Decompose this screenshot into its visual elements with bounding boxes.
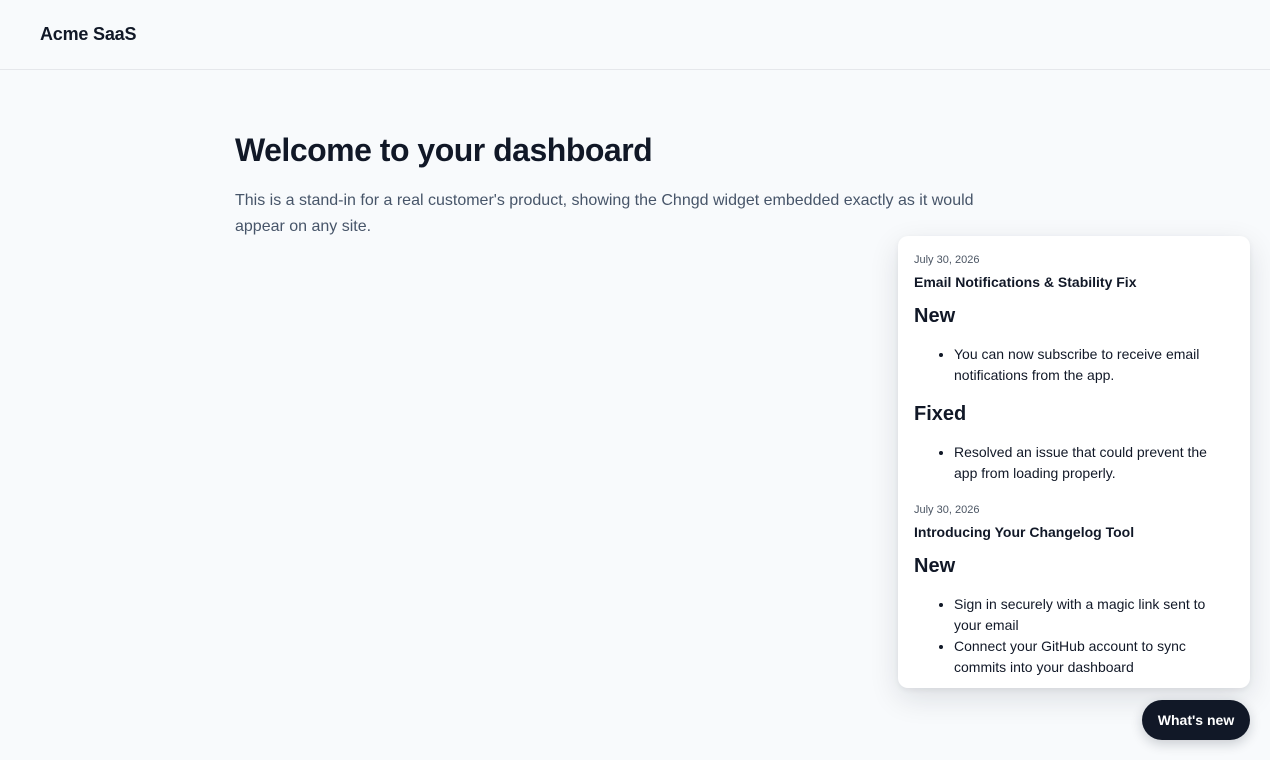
section-heading-new: New (914, 305, 956, 327)
list-item: Sign in securely with a magic link sent … (954, 594, 1234, 636)
changelog-entry: July 30, 2026 Introducing Your Changelog… (914, 502, 1234, 678)
entry-title: Email Notifications & Stability Fix (914, 274, 1137, 290)
section-heading-new: New (914, 555, 956, 577)
changelog-scroll-area[interactable]: July 30, 2026 Email Notifications & Stab… (898, 236, 1250, 688)
list-item: Connect your GitHub account to sync comm… (954, 636, 1234, 678)
entry-date: July 30, 2026 (914, 504, 980, 516)
page-description: This is a stand-in for a real customer's… (235, 192, 974, 235)
top-bar: Acme SaaS (0, 0, 1270, 70)
section-heading-fixed: Fixed (914, 403, 967, 425)
section-items: You can now subscribe to receive email n… (914, 344, 1234, 386)
brand-name[interactable]: Acme SaaS (40, 24, 136, 45)
entry-date: July 30, 2026 (914, 254, 980, 266)
list-item: Resolved an issue that could prevent the… (954, 442, 1234, 484)
list-item: You can now subscribe to receive email n… (954, 344, 1234, 386)
main-content: Welcome to your dashboard This is a stan… (235, 128, 1015, 240)
changelog-entry: July 30, 2026 Email Notifications & Stab… (914, 252, 1234, 498)
whats-new-button[interactable]: What's new (1142, 700, 1250, 740)
changelog-widget-panel[interactable]: July 30, 2026 Email Notifications & Stab… (898, 236, 1250, 688)
page-title: Welcome to your dashboard (235, 132, 653, 168)
section-items: Resolved an issue that could prevent the… (914, 442, 1234, 484)
entry-title: Introducing Your Changelog Tool (914, 524, 1135, 540)
section-items: Sign in securely with a magic link sent … (914, 594, 1234, 678)
